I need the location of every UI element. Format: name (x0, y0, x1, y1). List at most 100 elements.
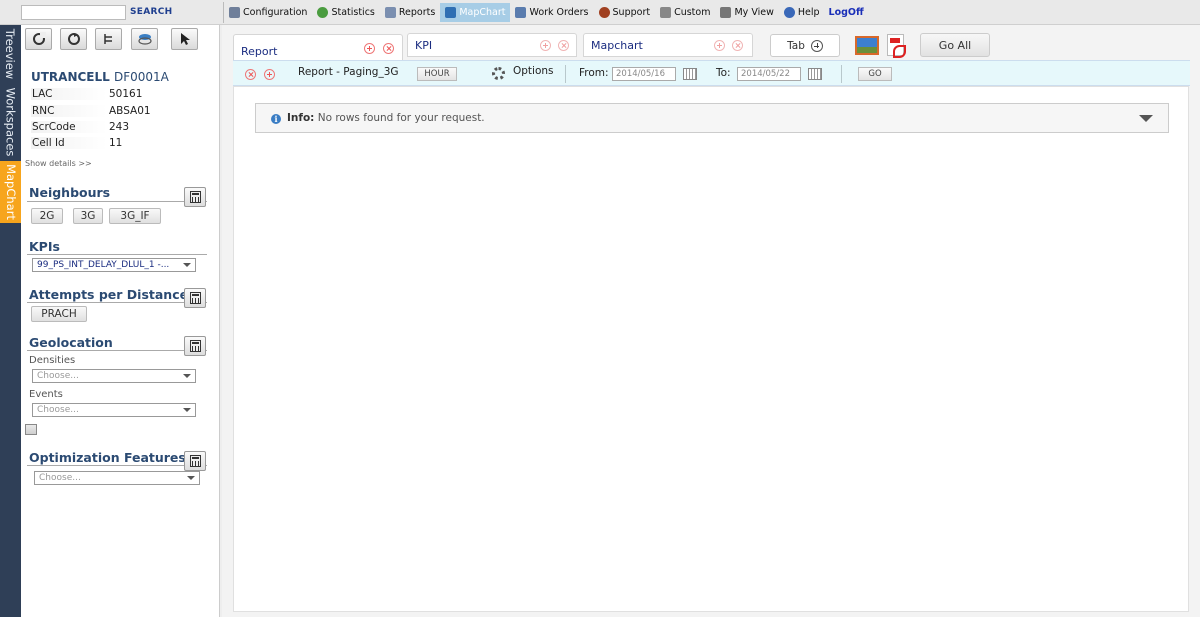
events-select[interactable]: Choose... (32, 403, 196, 417)
custom-icon (660, 7, 672, 18)
from-label: From: (579, 67, 609, 79)
calendar-icon[interactable] (808, 68, 822, 80)
to-date-input[interactable]: 2014/05/22 (737, 67, 801, 81)
report-icon (384, 7, 396, 18)
granularity-button[interactable]: HOUR (417, 67, 457, 81)
toolbar-button-3[interactable] (95, 28, 122, 50)
go-all-button[interactable]: Go All (920, 33, 990, 57)
gear-icon[interactable] (492, 67, 505, 80)
cursor-icon (180, 33, 190, 45)
pie-chart-icon (317, 7, 329, 18)
divider (841, 65, 842, 83)
tab-report[interactable]: Report (233, 34, 403, 61)
optimization-table-button[interactable] (184, 451, 206, 471)
vtab-mapchart[interactable]: MapChart (0, 161, 21, 223)
menu-custom[interactable]: Custom (655, 3, 715, 22)
tab-kpi[interactable]: KPI (407, 33, 577, 57)
attempts-table-button[interactable] (184, 288, 206, 308)
options-button[interactable]: Options (513, 65, 554, 77)
kpis-title: KPIs (29, 239, 60, 254)
cell-title: UTRANCELL DF0001A (31, 70, 169, 84)
vtab-treeview[interactable]: Treeview (0, 25, 21, 83)
cell-field-rnc: RNC ABSA01 (31, 105, 151, 117)
geolocation-title: Geolocation (29, 335, 113, 350)
add-icon[interactable] (540, 40, 551, 51)
toolbar-button-4[interactable] (131, 28, 158, 50)
neighbours-table-button[interactable] (184, 187, 206, 207)
add-icon[interactable] (364, 43, 375, 54)
cell-field-cell-id: Cell Id 11 (31, 137, 123, 149)
report-toolbar: Report - Paging_3G HOUR Options From: 20… (233, 60, 1190, 86)
vtab-workspaces[interactable]: Workspaces (0, 83, 21, 161)
calculator-icon (189, 292, 201, 304)
densities-label: Densities (29, 355, 76, 366)
close-icon[interactable] (245, 69, 256, 80)
menu-reports[interactable]: Reports (380, 3, 440, 22)
events-label: Events (29, 389, 63, 400)
top-bar: SEARCH Configuration Statistics Reports … (0, 0, 1200, 25)
chevron-down-icon (183, 374, 191, 378)
menu-my-view[interactable]: My View (715, 3, 778, 22)
menu-help[interactable]: Help (779, 3, 825, 22)
calendar-icon[interactable] (25, 424, 37, 435)
from-date-input[interactable]: 2014/05/16 (612, 67, 676, 81)
calculator-icon (189, 191, 201, 203)
kpi-select[interactable]: 99_PS_INT_DELAY_DLUL_1 -... (32, 258, 196, 272)
divider (27, 201, 207, 202)
search-input[interactable] (21, 5, 126, 20)
optimization-title: Optimization Features (29, 450, 186, 465)
pdf-export-icon[interactable] (887, 34, 906, 58)
toolbar-button-1[interactable] (25, 28, 52, 50)
image-export-icon[interactable] (855, 36, 879, 55)
add-icon[interactable] (714, 40, 725, 51)
divider (565, 65, 566, 83)
toolbar-button-5[interactable] (171, 28, 198, 50)
geolocation-table-button[interactable] (184, 336, 206, 356)
reload-icon (67, 33, 80, 45)
search-button[interactable]: SEARCH (130, 7, 172, 17)
info-message: Info: No rows found for your request. (287, 112, 485, 124)
menu-configuration[interactable]: Configuration (224, 3, 312, 22)
divider (27, 465, 207, 466)
menu-statistics[interactable]: Statistics (312, 3, 379, 22)
attempts-title: Attempts per Distance (29, 287, 189, 302)
toolbar-button-2[interactable] (60, 28, 87, 50)
neighbour-3g-button[interactable]: 3G (73, 208, 103, 224)
neighbours-title: Neighbours (29, 185, 111, 200)
divider (27, 254, 207, 255)
main-menu: Configuration Statistics Reports MapChar… (223, 2, 868, 23)
support-icon (598, 7, 610, 18)
prach-button[interactable]: PRACH (31, 306, 87, 322)
calculator-icon (189, 455, 201, 467)
logoff-link[interactable]: LogOff (825, 7, 868, 18)
optimization-select[interactable]: Choose... (34, 471, 200, 485)
close-icon[interactable] (558, 40, 569, 51)
add-icon[interactable] (264, 69, 275, 80)
divider (27, 302, 207, 303)
go-button[interactable]: GO (858, 67, 892, 81)
sidebar: UTRANCELL DF0001A LAC 50161 RNC ABSA01 Scr… (21, 25, 220, 617)
divider (27, 350, 207, 351)
refresh-map-icon (32, 32, 46, 45)
chevron-down-icon[interactable] (1139, 115, 1153, 122)
menu-work-orders[interactable]: Work Orders (510, 3, 593, 22)
info-panel[interactable]: i Info: No rows found for your request. (255, 103, 1169, 133)
wrench-icon (229, 7, 240, 18)
tab-mapchart[interactable]: Mapchart (583, 33, 753, 57)
calendar-icon[interactable] (683, 68, 697, 80)
work-orders-icon (515, 7, 527, 18)
neighbour-3g-if-button[interactable]: 3G_IF (109, 208, 161, 224)
close-icon[interactable] (732, 40, 743, 51)
calculator-icon (189, 340, 201, 352)
menu-mapchart[interactable]: MapChart (440, 3, 511, 22)
show-details-link[interactable]: Show details >> (25, 159, 92, 168)
menu-support[interactable]: Support (594, 3, 656, 22)
add-tab-button[interactable]: Tab (770, 34, 840, 57)
neighbour-2g-button[interactable]: 2G (31, 208, 63, 224)
report-name: Report - Paging_3G (298, 66, 399, 78)
mapchart-icon (445, 7, 457, 18)
close-icon[interactable] (383, 43, 394, 54)
my-view-icon (720, 7, 732, 18)
densities-select[interactable]: Choose... (32, 369, 196, 383)
chevron-down-icon (183, 263, 191, 267)
